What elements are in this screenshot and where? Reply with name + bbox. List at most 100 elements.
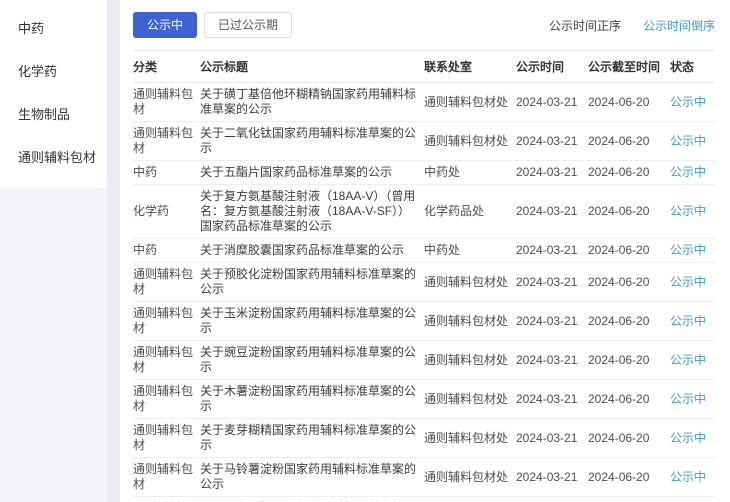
row-end-date: 2024-06-20	[588, 122, 670, 161]
table-row: 化学药 关于复方氨基酸注射液（18AA-V）（曾用名：复方氨基酸注射液（18AA…	[133, 185, 715, 239]
row-office: 通则辅料包材处	[424, 419, 516, 458]
row-publish-date: 2024-03-21	[516, 161, 588, 185]
row-category: 通则辅料包材	[133, 380, 200, 419]
row-office: 通则辅料包材处	[424, 380, 516, 419]
main-panel: 公示中 已过公示期 公示时间正序 公示时间倒序 分类 公示标题 联系处室 公示时…	[120, 0, 730, 502]
row-title-link[interactable]: 关于豌豆淀粉国家药用辅料标准草案的公示	[200, 341, 424, 380]
row-category: 通则辅料包材	[133, 341, 200, 380]
row-title-link[interactable]: 关于玉米淀粉国家药用辅料标准草案的公示	[200, 302, 424, 341]
row-publish-date: 2024-03-21	[516, 380, 588, 419]
row-status-link[interactable]: 公示中	[670, 419, 715, 458]
row-category: 通则辅料包材	[133, 263, 200, 302]
row-title-link[interactable]: 关于复方氨基酸注射液（18AA-V）（曾用名：复方氨基酸注射液（18AA-V-S…	[200, 185, 424, 239]
row-title-link[interactable]: 关于五酯片国家药品标准草案的公示	[200, 161, 424, 185]
row-title-link[interactable]: 关于马铃薯淀粉国家药用辅料标准草案的公示	[200, 458, 424, 497]
sort-time-descending[interactable]: 公示时间倒序	[643, 17, 715, 34]
table-row: 中药 关于消糜胶囊国家药品标准草案的公示 中药处 2024-03-21 2024…	[133, 239, 715, 263]
sort-controls: 公示时间正序 公示时间倒序	[549, 17, 715, 34]
row-publish-date: 2024-03-21	[516, 263, 588, 302]
row-publish-date: 2024-03-21	[516, 458, 588, 497]
row-publish-date: 2024-03-21	[516, 122, 588, 161]
row-office: 化学药品处	[424, 185, 516, 239]
row-category: 通则辅料包材	[133, 122, 200, 161]
row-office: 通则辅料包材处	[424, 122, 516, 161]
row-title-link[interactable]: 关于木薯淀粉国家药用辅料标准草案的公示	[200, 380, 424, 419]
row-end-date: 2024-06-20	[588, 341, 670, 380]
row-category: 通则辅料包材	[133, 302, 200, 341]
sidebar-item-shengwuzhipin[interactable]: 生物制品	[0, 92, 107, 135]
row-title-link[interactable]: 关于消糜胶囊国家药品标准草案的公示	[200, 239, 424, 263]
table-row: 通则辅料包材 关于二氧化钛国家药用辅料标准草案的公示 通则辅料包材处 2024-…	[133, 122, 715, 161]
table-row: 通则辅料包材 关于木薯淀粉国家药用辅料标准草案的公示 通则辅料包材处 2024-…	[133, 380, 715, 419]
sidebar-item-huaxueyao[interactable]: 化学药	[0, 49, 107, 92]
table-row: 通则辅料包材 关于预胶化淀粉国家药用辅料标准草案的公示 通则辅料包材处 2024…	[133, 263, 715, 302]
row-category: 中药	[133, 161, 200, 185]
row-status-link[interactable]: 公示中	[670, 302, 715, 341]
header-title: 公示标题	[200, 51, 424, 83]
sidebar-item-zhongyao[interactable]: 中药	[0, 6, 107, 49]
row-status-link[interactable]: 公示中	[670, 83, 715, 122]
row-end-date: 2024-06-20	[588, 161, 670, 185]
row-status-link[interactable]: 公示中	[670, 263, 715, 302]
table-row: 通则辅料包材 关于磺丁基倍他环糊精钠国家药用辅料标准草案的公示 通则辅料包材处 …	[133, 83, 715, 122]
row-status-link[interactable]: 公示中	[670, 122, 715, 161]
table-body: 通则辅料包材 关于磺丁基倍他环糊精钠国家药用辅料标准草案的公示 通则辅料包材处 …	[133, 83, 715, 502]
header-category: 分类	[133, 51, 200, 83]
header-end-date: 公示截至时间	[588, 51, 670, 83]
row-category: 通则辅料包材	[133, 497, 200, 502]
row-office: 通则辅料包材处	[424, 497, 516, 502]
row-end-date: 2024-06-20	[588, 263, 670, 302]
row-category: 通则辅料包材	[133, 419, 200, 458]
table-row: 通则辅料包材 关于豌豆淀粉国家药用辅料标准草案的公示 通则辅料包材处 2024-…	[133, 341, 715, 380]
row-publish-date: 2024-03-21	[516, 239, 588, 263]
sidebar-item-tongzefuliao[interactable]: 通则辅料包材	[0, 135, 107, 178]
toolbar: 公示中 已过公示期 公示时间正序 公示时间倒序	[133, 12, 715, 38]
page: 中药 化学药 生物制品 通则辅料包材 公示中 已过公示期 公示时间正序 公示时间…	[0, 0, 730, 502]
row-publish-date: 2024-03-21	[516, 302, 588, 341]
row-end-date: 2024-06-20	[588, 83, 670, 122]
row-end-date: 2024-06-20	[588, 380, 670, 419]
tab-in-publicity[interactable]: 公示中	[133, 12, 197, 38]
row-end-date: 2024-06-20	[588, 497, 670, 502]
row-status-link[interactable]: 公示中	[670, 380, 715, 419]
row-title-link[interactable]: 关于预胶化淀粉国家药用辅料标准草案的公示	[200, 263, 424, 302]
header-publish-date: 公示时间	[516, 51, 588, 83]
status-tabs: 公示中 已过公示期	[133, 12, 292, 38]
row-publish-date: 2024-03-21	[516, 83, 588, 122]
sidebar-divider	[107, 0, 120, 502]
row-status-link[interactable]: 公示中	[670, 341, 715, 380]
table-header: 分类 公示标题 联系处室 公示时间 公示截至时间 状态	[133, 51, 715, 83]
sort-time-ascending[interactable]: 公示时间正序	[549, 17, 621, 34]
row-status-link[interactable]: 公示中	[670, 458, 715, 497]
row-category: 通则辅料包材	[133, 458, 200, 497]
row-title-link[interactable]: 关于麦芽糊精国家药用辅料标准草案的公示	[200, 419, 424, 458]
row-status-link[interactable]: 公示中	[670, 185, 715, 239]
header-office: 联系处室	[424, 51, 516, 83]
row-office: 中药处	[424, 239, 516, 263]
row-title-link[interactable]: 关于二氧化钛国家药用辅料标准草案的公示	[200, 122, 424, 161]
row-publish-date: 2024-03-21	[516, 497, 588, 502]
row-end-date: 2024-06-20	[588, 458, 670, 497]
row-status-link[interactable]: 公示中	[670, 161, 715, 185]
tab-past-publicity[interactable]: 已过公示期	[204, 12, 292, 38]
row-status-link[interactable]: 公示中	[670, 497, 715, 502]
row-title-link[interactable]: 关于磺丁基倍他环糊精钠国家药用辅料标准草案的公示	[200, 83, 424, 122]
row-end-date: 2024-06-20	[588, 419, 670, 458]
row-office: 通则辅料包材处	[424, 83, 516, 122]
row-end-date: 2024-06-20	[588, 185, 670, 239]
row-category: 通则辅料包材	[133, 83, 200, 122]
row-office: 通则辅料包材处	[424, 341, 516, 380]
row-status-link[interactable]: 公示中	[670, 239, 715, 263]
table-row: 通则辅料包材 关于小麦淀粉国家药用辅料标准草案的公示 通则辅料包材处 2024-…	[133, 497, 715, 502]
row-publish-date: 2024-03-21	[516, 419, 588, 458]
row-office: 通则辅料包材处	[424, 263, 516, 302]
table-row: 通则辅料包材 关于麦芽糊精国家药用辅料标准草案的公示 通则辅料包材处 2024-…	[133, 419, 715, 458]
row-title-link[interactable]: 关于小麦淀粉国家药用辅料标准草案的公示	[200, 497, 424, 502]
sidebar: 中药 化学药 生物制品 通则辅料包材	[0, 0, 107, 502]
row-publish-date: 2024-03-21	[516, 185, 588, 239]
table-row: 通则辅料包材 关于马铃薯淀粉国家药用辅料标准草案的公示 通则辅料包材处 2024…	[133, 458, 715, 497]
row-office: 中药处	[424, 161, 516, 185]
row-end-date: 2024-06-20	[588, 302, 670, 341]
table-row: 中药 关于五酯片国家药品标准草案的公示 中药处 2024-03-21 2024-…	[133, 161, 715, 185]
row-category: 中药	[133, 239, 200, 263]
